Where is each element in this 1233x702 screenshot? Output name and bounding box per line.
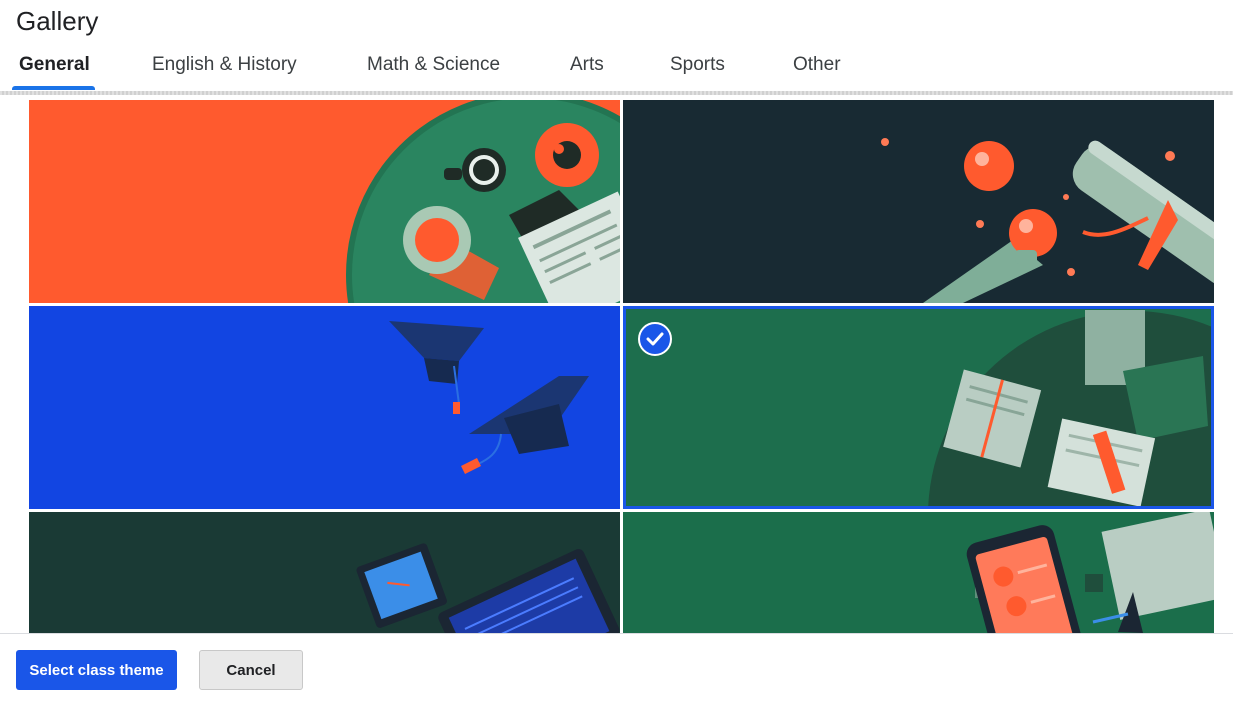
laptop-illustration: [29, 512, 620, 633]
tab-sports[interactable]: Sports: [670, 44, 725, 90]
category-tabs: General English & History Math & Science…: [0, 44, 1233, 92]
active-tab-indicator: [12, 86, 95, 90]
diploma-illustration: [623, 100, 1214, 303]
theme-tile-phone[interactable]: [623, 512, 1214, 633]
theme-tile-diploma[interactable]: [623, 100, 1214, 303]
cancel-button[interactable]: Cancel: [199, 650, 303, 690]
books-illustration: [623, 306, 1214, 509]
coffee-illustration: [29, 100, 620, 303]
tab-english-history[interactable]: English & History: [152, 44, 297, 90]
graduation-caps-illustration: [29, 306, 620, 509]
theme-tile-laptop[interactable]: [29, 512, 620, 633]
tabs-divider: [0, 91, 1233, 95]
dialog-footer: Select class theme Cancel: [0, 633, 1233, 702]
selected-check-icon: [638, 322, 672, 356]
theme-tile-coffee[interactable]: [29, 100, 620, 303]
tab-math-science[interactable]: Math & Science: [367, 44, 500, 90]
theme-tile-books[interactable]: [623, 306, 1214, 509]
tab-other[interactable]: Other: [793, 44, 841, 90]
theme-grid: [29, 100, 1214, 633]
tab-arts[interactable]: Arts: [570, 44, 604, 90]
dialog-title: Gallery: [16, 6, 99, 36]
select-class-theme-button[interactable]: Select class theme: [16, 650, 177, 690]
theme-tile-graduation[interactable]: [29, 306, 620, 509]
tab-general[interactable]: General: [19, 44, 90, 90]
phone-illustration: [623, 512, 1214, 633]
